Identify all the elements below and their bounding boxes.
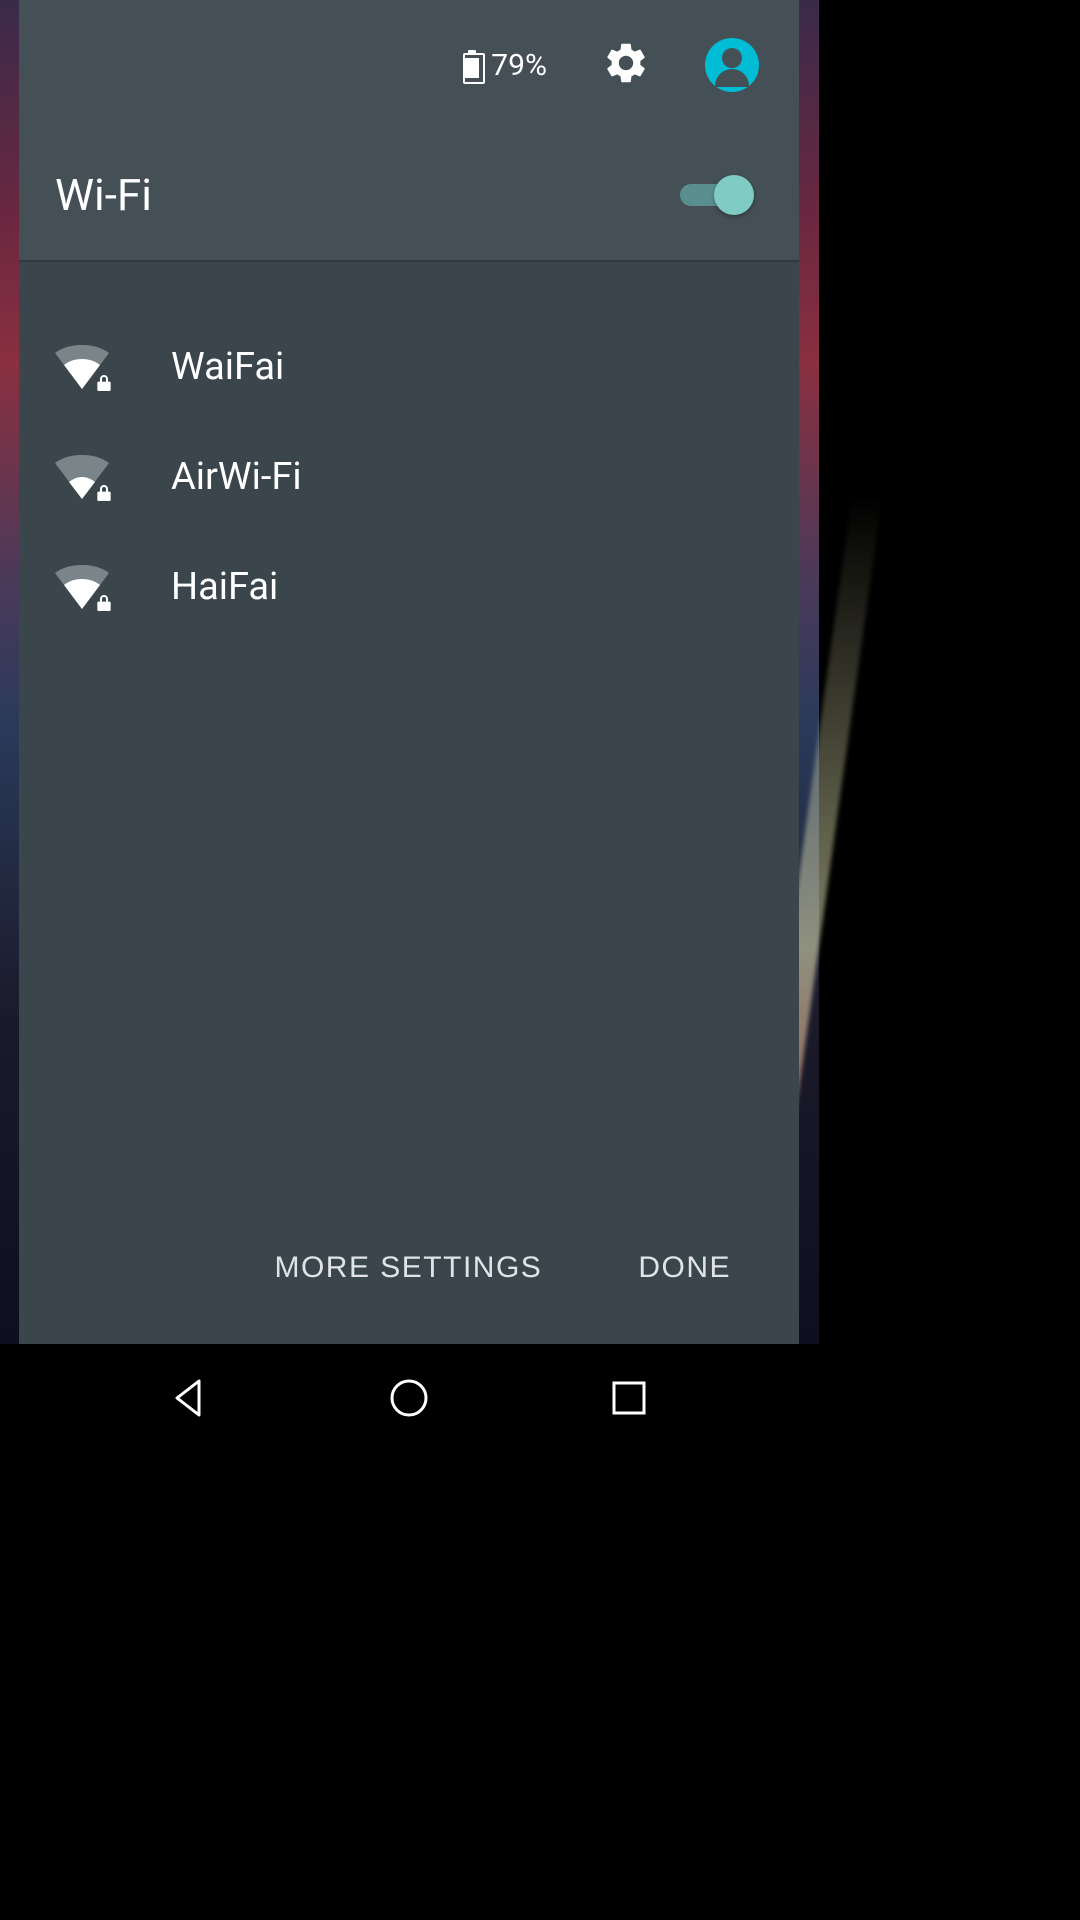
network-item[interactable]: AirWi-Fi (19, 422, 799, 532)
network-item[interactable]: HaiFai (19, 532, 799, 642)
panel-footer: More Settings Done (19, 1251, 799, 1345)
home-button[interactable] (386, 1375, 432, 1425)
wifi-signal-icon (55, 455, 109, 499)
network-ssid: HaiFai (171, 565, 278, 609)
battery-icon (463, 50, 481, 80)
user-avatar-icon[interactable] (705, 38, 759, 92)
done-button[interactable]: Done (638, 1251, 731, 1285)
lock-icon (97, 595, 111, 611)
recents-button[interactable] (606, 1375, 652, 1425)
wifi-quick-settings-panel: 79% Wi-Fi WaiFai (19, 0, 799, 1345)
back-button[interactable] (167, 1375, 213, 1425)
lock-icon (97, 485, 111, 501)
settings-icon[interactable] (602, 39, 650, 91)
android-navbar (0, 1344, 819, 1456)
wifi-toggle[interactable] (680, 175, 754, 215)
status-header: 79% (19, 0, 799, 130)
network-ssid: AirWi-Fi (171, 455, 302, 499)
wifi-signal-icon (55, 565, 109, 609)
battery-fill (465, 58, 479, 78)
battery-status: 79% (463, 48, 547, 83)
lock-icon (97, 375, 111, 391)
network-list: WaiFai AirWi-Fi (19, 262, 799, 1251)
toggle-knob (714, 175, 754, 215)
battery-percent-text: 79% (491, 48, 547, 83)
network-item[interactable]: WaiFai (19, 312, 799, 422)
more-settings-button[interactable]: More Settings (274, 1251, 542, 1285)
wifi-signal-icon (55, 345, 109, 389)
panel-title: Wi-Fi (55, 169, 152, 221)
network-ssid: WaiFai (171, 345, 284, 389)
wifi-header-row: Wi-Fi (19, 130, 799, 262)
